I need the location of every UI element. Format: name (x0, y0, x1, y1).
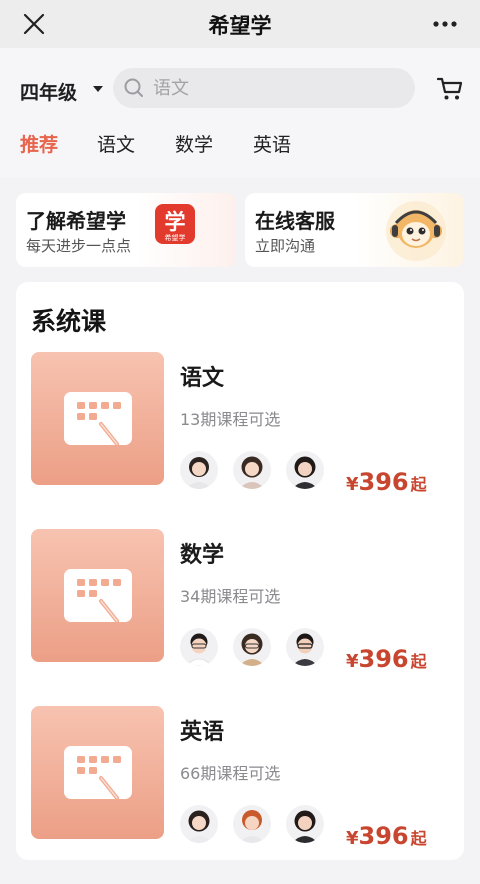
price-amount: 396 (358, 822, 409, 850)
about-promo-title: 了解希望学 (26, 209, 126, 233)
price-suffix: 起 (410, 829, 427, 848)
top-bar: 希望学 (0, 0, 480, 48)
search-input[interactable] (153, 74, 403, 102)
course-item-chinese[interactable]: 语文 13期课程可选 ¥396 起 (16, 352, 464, 496)
cart-icon[interactable] (436, 76, 464, 102)
teacher-avatar[interactable] (180, 805, 218, 843)
teacher-avatar[interactable] (286, 451, 324, 489)
course-price: ¥396 起 (346, 468, 427, 496)
price-amount: 396 (358, 468, 409, 496)
tab-english[interactable]: 英语 (253, 130, 291, 157)
teacher-avatar[interactable] (286, 628, 324, 666)
keyboard-icon (64, 746, 132, 800)
currency-symbol: ¥ (346, 474, 359, 495)
price-suffix: 起 (410, 475, 427, 494)
monkey-mascot-icon (386, 201, 446, 261)
search-box[interactable] (113, 68, 415, 108)
teacher-avatar[interactable] (180, 628, 218, 666)
search-icon (124, 78, 143, 97)
tab-chinese[interactable]: 语文 (97, 130, 135, 157)
grade-selector[interactable]: 四年级 (20, 78, 77, 105)
service-title: 在线客服 (255, 209, 335, 233)
course-name: 英语 (180, 720, 225, 745)
course-item-english[interactable]: 英语 66期课程可选 ¥396 起 (16, 706, 464, 850)
app-logo-icon: 学 希望学 (155, 204, 195, 244)
teacher-avatar[interactable] (233, 805, 271, 843)
keyboard-icon (64, 392, 132, 446)
system-course-card: 系统课 语文 13期课程可选 ¥396 起 数学 34期课程可选 ¥396 起 … (16, 282, 464, 860)
app-logo-char: 学 (165, 210, 186, 234)
currency-symbol: ¥ (346, 651, 359, 672)
teacher-avatar[interactable] (286, 805, 324, 843)
course-thumbnail[interactable] (31, 352, 164, 485)
more-dots-icon[interactable] (432, 14, 458, 34)
course-name: 语文 (180, 366, 225, 391)
header: 四年级 推荐 语文 数学 英语 (0, 48, 480, 178)
course-price: ¥396 起 (346, 645, 427, 673)
about-promo-subtitle: 每天进步一点点 (26, 237, 132, 255)
teacher-avatar[interactable] (233, 451, 271, 489)
course-count: 13期课程可选 (180, 410, 281, 429)
customer-service-card[interactable]: 在线客服 立即沟通 (245, 193, 464, 267)
course-name: 数学 (180, 543, 225, 568)
course-thumbnail[interactable] (31, 529, 164, 662)
course-price: ¥396 起 (346, 822, 427, 850)
page-title: 希望学 (208, 14, 272, 38)
caret-down-icon[interactable] (93, 86, 103, 94)
course-item-math[interactable]: 数学 34期课程可选 ¥396 起 (16, 529, 464, 673)
course-count: 66期课程可选 (180, 764, 281, 783)
teacher-avatar[interactable] (180, 451, 218, 489)
tab-recommend[interactable]: 推荐 (20, 130, 58, 157)
price-amount: 396 (358, 645, 409, 673)
course-thumbnail[interactable] (31, 706, 164, 839)
keyboard-icon (64, 569, 132, 623)
service-subtitle: 立即沟通 (255, 237, 316, 255)
about-promo-card[interactable]: 了解希望学 每天进步一点点 学 希望学 (16, 193, 236, 267)
subject-tabs: 推荐 语文 数学 英语 (0, 130, 480, 162)
currency-symbol: ¥ (346, 828, 359, 849)
app-logo-caption: 希望学 (165, 233, 186, 242)
price-suffix: 起 (410, 652, 427, 671)
tab-math[interactable]: 数学 (175, 130, 213, 157)
course-count: 34期课程可选 (180, 587, 281, 606)
section-title: 系统课 (31, 307, 107, 336)
teacher-avatar[interactable] (233, 628, 271, 666)
